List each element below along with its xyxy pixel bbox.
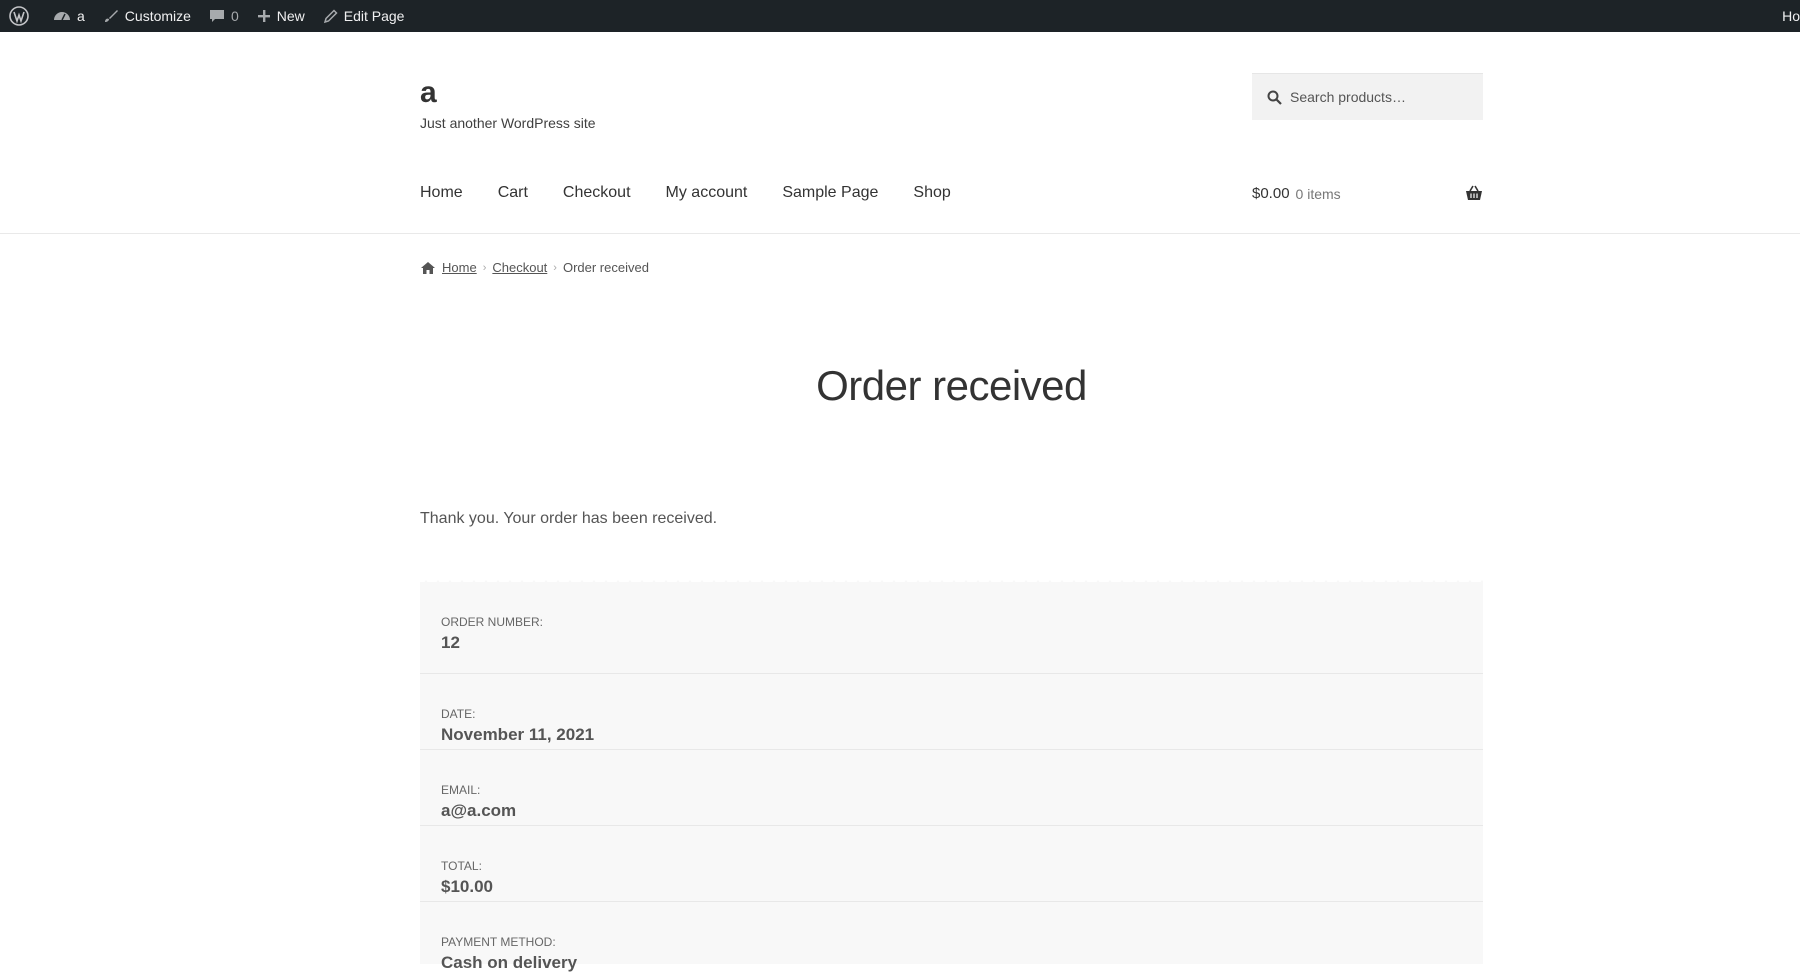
order-number-row: ORDER NUMBER: 12 bbox=[420, 582, 1483, 674]
nav-item-cart[interactable]: Cart bbox=[498, 184, 528, 202]
search-field[interactable]: Search products… bbox=[1252, 73, 1483, 120]
payment-method-label: PAYMENT METHOD: bbox=[441, 935, 556, 949]
breadcrumb: Home › Checkout › Order received bbox=[420, 260, 649, 275]
search-placeholder: Search products… bbox=[1290, 89, 1406, 105]
basket-icon bbox=[1466, 185, 1482, 200]
breadcrumb-checkout[interactable]: Checkout bbox=[492, 260, 547, 275]
search-icon bbox=[1267, 90, 1282, 105]
paintbrush-icon bbox=[104, 10, 118, 22]
breadcrumb-separator-icon: › bbox=[553, 261, 557, 274]
comments-count: 0 bbox=[230, 8, 239, 24]
admin-site-name: a bbox=[77, 8, 85, 24]
edit-page-label: Edit Page bbox=[343, 8, 405, 24]
admin-account-label: Ho bbox=[1782, 8, 1800, 24]
customize-link[interactable]: Customize bbox=[94, 0, 200, 32]
wordpress-logo-icon[interactable] bbox=[0, 0, 44, 32]
nav-item-home[interactable]: Home bbox=[420, 184, 463, 202]
order-date-row: DATE: November 11, 2021 bbox=[420, 674, 1483, 750]
new-content-link[interactable]: New bbox=[248, 0, 314, 32]
header-divider bbox=[0, 233, 1800, 234]
order-payment-method-row: PAYMENT METHOD: Cash on delivery bbox=[420, 902, 1483, 978]
order-number-label: ORDER NUMBER: bbox=[441, 615, 544, 629]
plus-icon bbox=[257, 10, 270, 22]
comment-icon bbox=[209, 10, 224, 22]
cart-amount: $0.00 bbox=[1252, 185, 1290, 202]
customize-label: Customize bbox=[124, 8, 191, 24]
order-email-row: EMAIL: a@a.com bbox=[420, 750, 1483, 826]
breadcrumb-separator-icon: › bbox=[482, 261, 487, 274]
admin-account-link[interactable]: Ho bbox=[1782, 0, 1800, 32]
dashboard-icon bbox=[54, 12, 70, 21]
nav-item-my-account[interactable]: My account bbox=[666, 184, 748, 202]
page-title: Order received bbox=[816, 362, 1087, 409]
primary-nav: Home Cart Checkout My account Sample Pag… bbox=[420, 184, 986, 202]
order-overview: ORDER NUMBER: 12 DATE: November 11, 2021… bbox=[420, 582, 1483, 972]
nav-item-shop[interactable]: Shop bbox=[913, 184, 950, 202]
order-email-value: a@a.com bbox=[441, 801, 517, 820]
new-label: New bbox=[276, 8, 305, 24]
home-icon bbox=[421, 261, 435, 274]
order-date-value: November 11, 2021 bbox=[441, 725, 595, 744]
breadcrumb-home[interactable]: Home bbox=[442, 260, 477, 275]
pencil-icon bbox=[323, 8, 338, 23]
order-date-label: DATE: bbox=[441, 707, 476, 721]
order-email-label: EMAIL: bbox=[441, 783, 481, 797]
site-title[interactable]: a bbox=[420, 76, 437, 110]
order-number-value: 12 bbox=[441, 633, 460, 652]
breadcrumb-current: Order received bbox=[562, 260, 649, 275]
cart-item-count: 0 items bbox=[1295, 185, 1341, 202]
payment-method-value: Cash on delivery bbox=[441, 953, 578, 972]
order-total-row: TOTAL: $10.00 bbox=[420, 826, 1483, 902]
admin-bar: a Customize 0 New Edit Page Ho bbox=[0, 0, 1800, 32]
comments-link[interactable]: 0 bbox=[200, 0, 248, 32]
edit-page-link[interactable]: Edit Page bbox=[314, 0, 414, 32]
nav-item-checkout[interactable]: Checkout bbox=[563, 184, 631, 202]
site-description: Just another WordPress site bbox=[420, 115, 596, 131]
nav-item-sample-page[interactable]: Sample Page bbox=[782, 184, 878, 202]
order-total-value: $10.00 bbox=[441, 877, 493, 896]
header-cart[interactable]: $0.00 0 items bbox=[1252, 185, 1483, 202]
order-total-label: TOTAL: bbox=[441, 859, 482, 873]
order-thank-you-message: Thank you. Your order has been received. bbox=[420, 510, 718, 527]
admin-site-link[interactable]: a bbox=[44, 0, 94, 32]
